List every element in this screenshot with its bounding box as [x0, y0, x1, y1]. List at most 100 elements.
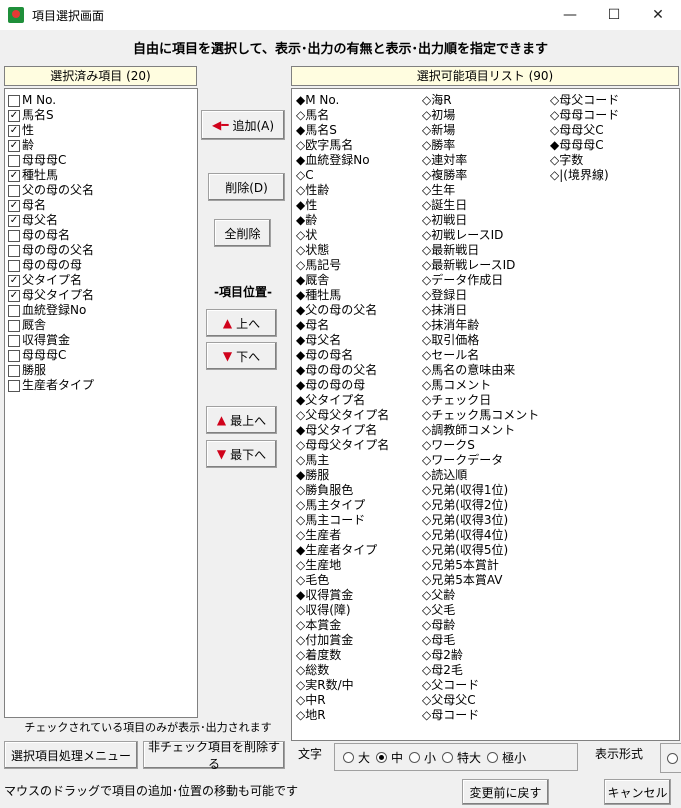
selected-item[interactable]: 母の母の母 [5, 258, 197, 273]
available-item[interactable]: ◆母母母C [550, 138, 619, 153]
available-item[interactable]: ◇チェック馬コメント [422, 408, 539, 423]
selected-item[interactable]: 母父名 [5, 213, 197, 228]
item-checkbox[interactable] [8, 319, 20, 332]
font-size-option[interactable]: 中 [376, 749, 403, 766]
available-item[interactable]: ◇最新戦日 [422, 243, 539, 258]
selected-item[interactable]: 厩舎 [5, 318, 197, 333]
move-down-button[interactable]: ▼ 下へ [206, 342, 277, 370]
available-item[interactable]: ◇データ作成日 [422, 273, 539, 288]
available-item[interactable]: ◇誕生日 [422, 198, 539, 213]
minimize-button[interactable]: — [548, 0, 592, 30]
available-item[interactable]: ◇初戦レースID [422, 228, 539, 243]
available-item[interactable]: ◇実R数/中 [296, 678, 389, 693]
selected-items-list[interactable]: M No.馬名S性齢母母母C種牡馬父の母の父名母名母父名母の母名母の母の父名母の… [4, 88, 198, 718]
available-item[interactable]: ◇抹消日 [422, 303, 539, 318]
available-item[interactable]: ◇付加賞金 [296, 633, 389, 648]
available-item[interactable]: ◆母の母の母 [296, 378, 389, 393]
font-size-option[interactable]: 小 [409, 749, 436, 766]
selected-item[interactable]: 母母母C [5, 348, 197, 363]
font-size-option[interactable]: 大 [343, 749, 370, 766]
available-item[interactable]: ◇勝率 [422, 138, 539, 153]
available-item[interactable]: ◇取引価格 [422, 333, 539, 348]
available-item[interactable]: ◇生年 [422, 183, 539, 198]
item-checkbox[interactable] [8, 379, 20, 392]
available-item[interactable]: ◇|(境界線) [550, 168, 619, 183]
available-item[interactable]: ◇母2毛 [422, 663, 539, 678]
available-item[interactable]: ◇馬名の意味由来 [422, 363, 539, 378]
selected-item[interactable]: 血統登録No [5, 303, 197, 318]
font-size-option[interactable]: 特大 [442, 749, 481, 766]
available-item[interactable]: ◇状態 [296, 243, 389, 258]
selected-item[interactable]: 母名 [5, 198, 197, 213]
item-checkbox[interactable] [8, 154, 20, 167]
item-checkbox[interactable] [8, 289, 20, 302]
selected-item[interactable]: 母母母C [5, 153, 197, 168]
item-checkbox[interactable] [8, 94, 20, 107]
selected-item[interactable]: 収得賞金 [5, 333, 197, 348]
add-button[interactable]: ◀━ 追加(A) [201, 110, 285, 140]
available-item[interactable]: ◇地R [296, 708, 389, 723]
available-item[interactable]: ◇母齢 [422, 618, 539, 633]
item-checkbox[interactable] [8, 364, 20, 377]
item-checkbox[interactable] [8, 349, 20, 362]
delete-button[interactable]: 削除(D) [208, 173, 285, 201]
available-item[interactable]: ◆性 [296, 198, 389, 213]
available-item[interactable]: ◇父母父C [422, 693, 539, 708]
display-format-radio[interactable] [667, 753, 678, 764]
selected-item[interactable]: 性 [5, 123, 197, 138]
available-item[interactable]: ◆母父タイプ名 [296, 423, 389, 438]
available-item[interactable]: ◇母母父C [550, 123, 619, 138]
item-checkbox[interactable] [8, 199, 20, 212]
available-item[interactable]: ◇欧字馬名 [296, 138, 389, 153]
available-item[interactable]: ◇馬名 [296, 108, 389, 123]
selection-menu-button[interactable]: 選択項目処理メニュー [4, 741, 138, 769]
available-item[interactable]: ◇初場 [422, 108, 539, 123]
available-item[interactable]: ◇馬主コード [296, 513, 389, 528]
available-item[interactable]: ◇父母父タイプ名 [296, 408, 389, 423]
available-item[interactable]: ◇毛色 [296, 573, 389, 588]
available-item[interactable]: ◇中R [296, 693, 389, 708]
available-item[interactable]: ◇兄弟(収得5位) [422, 543, 539, 558]
selected-item[interactable]: 勝服 [5, 363, 197, 378]
available-item[interactable]: ◇チェック日 [422, 393, 539, 408]
available-item[interactable]: ◇兄弟5本賞計 [422, 558, 539, 573]
available-item[interactable]: ◇兄弟(収得2位) [422, 498, 539, 513]
selected-item[interactable]: M No. [5, 93, 197, 108]
available-item[interactable]: ◇初戦日 [422, 213, 539, 228]
available-item[interactable]: ◇最新戦レースID [422, 258, 539, 273]
selected-item[interactable]: 母の母名 [5, 228, 197, 243]
delete-all-button[interactable]: 全削除 [214, 219, 271, 247]
available-item[interactable]: ◇馬主タイプ [296, 498, 389, 513]
available-item[interactable]: ◇登録日 [422, 288, 539, 303]
available-item[interactable]: ◇母母父タイプ名 [296, 438, 389, 453]
available-item[interactable]: ◇新場 [422, 123, 539, 138]
available-item[interactable]: ◇父コード [422, 678, 539, 693]
selected-item[interactable]: 母父タイプ名 [5, 288, 197, 303]
selected-item[interactable]: 馬名S [5, 108, 197, 123]
item-checkbox[interactable] [8, 109, 20, 122]
available-item[interactable]: ◇母父コード [550, 93, 619, 108]
available-item[interactable]: ◆種牡馬 [296, 288, 389, 303]
item-checkbox[interactable] [8, 169, 20, 182]
available-item[interactable]: ◇母毛 [422, 633, 539, 648]
item-checkbox[interactable] [8, 139, 20, 152]
move-up-button[interactable]: ▲ 上へ [206, 309, 277, 337]
remove-unchecked-button[interactable]: 非チェック項目を削除する [143, 740, 285, 771]
move-bottom-button[interactable]: ▼ 最下へ [206, 440, 277, 468]
available-item[interactable]: ◇調教師コメント [422, 423, 539, 438]
available-item[interactable]: ◆厩舎 [296, 273, 389, 288]
available-item[interactable]: ◇兄弟(収得1位) [422, 483, 539, 498]
available-item[interactable]: ◆母の母の父名 [296, 363, 389, 378]
available-item[interactable]: ◇着度数 [296, 648, 389, 663]
available-item[interactable]: ◇勝負服色 [296, 483, 389, 498]
revert-button[interactable]: 変更前に戻す [462, 779, 549, 805]
available-item[interactable]: ◆勝服 [296, 468, 389, 483]
font-size-option[interactable]: 極小 [487, 749, 526, 766]
selected-item[interactable]: 生産者タイプ [5, 378, 197, 393]
available-item[interactable]: ◇兄弟(収得4位) [422, 528, 539, 543]
maximize-button[interactable]: ☐ [592, 0, 636, 30]
available-item[interactable]: ◇セール名 [422, 348, 539, 363]
available-item[interactable]: ◇抹消年齢 [422, 318, 539, 333]
available-item[interactable]: ◇本賞金 [296, 618, 389, 633]
available-item[interactable]: ◇馬コメント [422, 378, 539, 393]
